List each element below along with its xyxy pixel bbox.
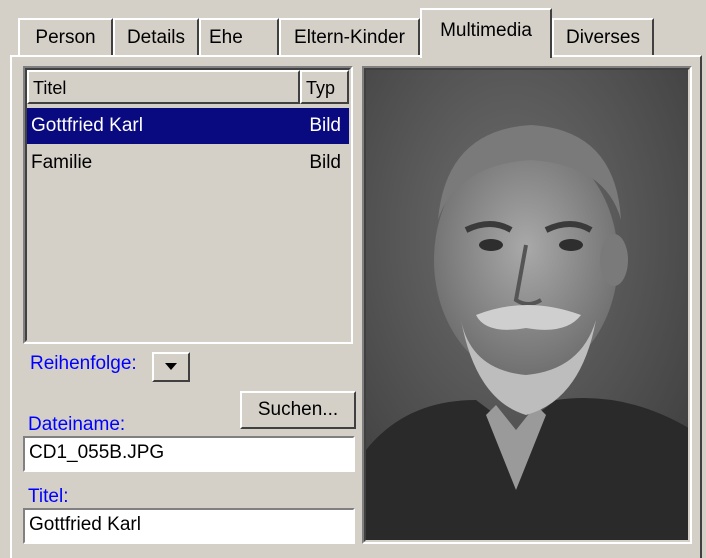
list-item[interactable]: Gottfried Karl Bild bbox=[27, 108, 349, 144]
list-header: Titel Typ bbox=[27, 70, 349, 104]
tab-person[interactable]: Person bbox=[18, 18, 113, 56]
title-field[interactable]: Gottfried Karl bbox=[23, 508, 355, 544]
filename-label: Dateiname: bbox=[28, 414, 126, 435]
tab-ehe[interactable]: Ehe bbox=[199, 18, 279, 56]
chevron-down-icon bbox=[165, 363, 177, 370]
column-header-typ[interactable]: Typ bbox=[300, 70, 349, 104]
list-item-type: Bild bbox=[309, 115, 341, 136]
tab-multimedia[interactable]: Multimedia bbox=[420, 8, 552, 58]
list-item-type: Bild bbox=[309, 152, 341, 173]
list-item-title: Familie bbox=[31, 152, 93, 173]
media-list[interactable]: Titel Typ Gottfried Karl Bild Familie Bi… bbox=[23, 66, 353, 344]
column-header-titel[interactable]: Titel bbox=[27, 70, 300, 104]
search-button[interactable]: Suchen... bbox=[240, 391, 356, 429]
portrait-image bbox=[364, 68, 690, 542]
list-item[interactable]: Familie Bild bbox=[27, 145, 349, 181]
tab-eltern-kinder[interactable]: Eltern-Kinder bbox=[279, 18, 420, 56]
portrait-photo bbox=[366, 70, 688, 540]
title-label: Titel: bbox=[28, 486, 69, 507]
list-item-title: Gottfried Karl bbox=[31, 115, 143, 136]
tab-details[interactable]: Details bbox=[113, 18, 199, 56]
photo-frame bbox=[362, 66, 692, 544]
order-dropdown[interactable] bbox=[152, 352, 190, 382]
filename-field[interactable]: CD1_055B.JPG bbox=[23, 436, 355, 472]
tab-diverses[interactable]: Diverses bbox=[552, 18, 654, 56]
order-label: Reihenfolge: bbox=[30, 353, 137, 374]
